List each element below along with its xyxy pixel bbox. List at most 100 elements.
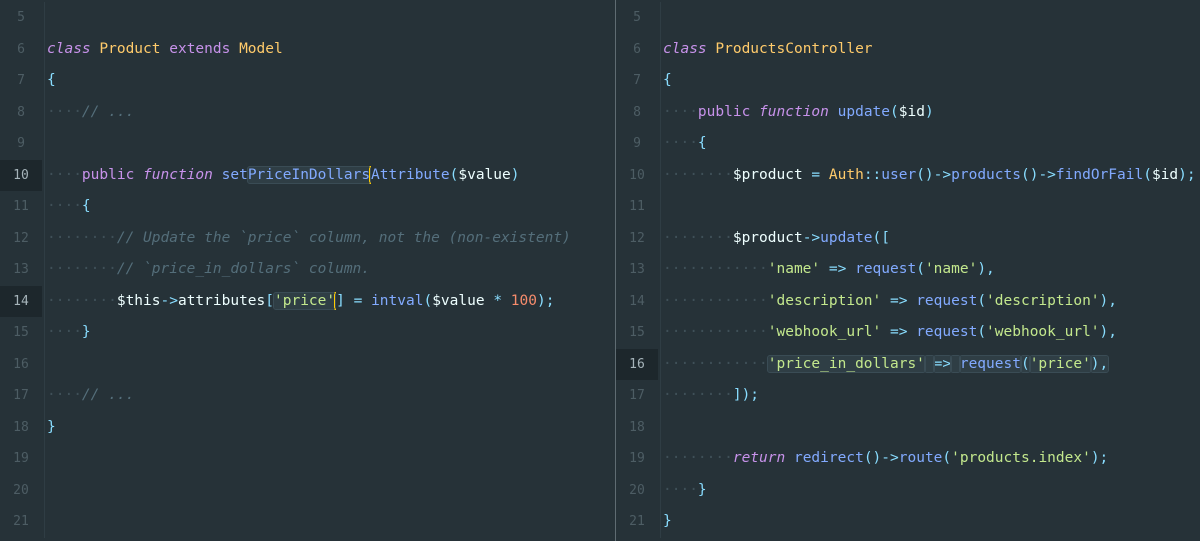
gutter-separator: [660, 33, 661, 65]
code-token: $id: [1151, 166, 1179, 183]
line-number: 10: [629, 167, 645, 183]
line-number: 19: [13, 451, 29, 466]
code-token: // ...: [81, 103, 135, 120]
gutter-separator: [44, 285, 45, 317]
code-line[interactable]: 17 ········]);: [616, 380, 1200, 412]
code-token: ->: [802, 229, 821, 246]
code-token: =>: [828, 261, 847, 277]
code-line[interactable]: 10 ····public function setPriceInDollarsA…: [0, 159, 615, 191]
code-token: redirect: [793, 450, 864, 466]
code-line[interactable]: 9: [0, 128, 615, 160]
gutter-separator: [660, 254, 661, 286]
code-token: class: [663, 40, 707, 57]
code-token: 'name': [767, 261, 821, 277]
line-number: 8: [17, 104, 25, 120]
line-code: ····// ...: [47, 380, 134, 412]
line-number: 13: [629, 262, 645, 277]
code-token: 100: [510, 292, 537, 309]
code-token: request: [855, 261, 917, 277]
code-line[interactable]: 20 ····}: [616, 474, 1200, 506]
line-number: 14: [0, 285, 42, 317]
code-line[interactable]: 15 ····}: [0, 317, 615, 349]
line-code: ············'description' => request('de…: [663, 286, 1117, 318]
indent-guide: ········: [47, 229, 117, 246]
code-line[interactable]: 12 ········$product->update([: [616, 222, 1200, 254]
line-number: 6: [17, 41, 25, 57]
code-token: 'webhook_url': [767, 324, 882, 340]
code-line[interactable]: 15 ············'webhook_url' => request('…: [616, 317, 1200, 349]
code-line[interactable]: 17 ····// ...: [0, 380, 615, 412]
code-line[interactable]: 11: [616, 191, 1200, 223]
gutter-separator: [44, 65, 45, 97]
code-line[interactable]: 16: [0, 348, 615, 380]
code-line[interactable]: 13 ········// `price_in_dollars` column.: [0, 254, 615, 286]
code-token: ),: [977, 261, 995, 277]
code-token: 'price': [1028, 354, 1092, 373]
code-line[interactable]: 9 ····{: [616, 128, 1200, 160]
code-token: function: [143, 166, 213, 183]
code-line[interactable]: 8 ····// ...: [0, 96, 615, 129]
code-line[interactable]: 16 ············'price_in_dollars' => requ…: [616, 348, 1200, 380]
code-lines: 5 6 class ProductsController 7{8 ····public …: [616, 2, 1200, 538]
code-line[interactable]: 14 ············'description' => request('…: [616, 285, 1200, 318]
line-code: class ProductsController: [663, 34, 873, 66]
editor-pane-left[interactable]: 5 6 class Product extends Model 7{ 8 ····// .…: [0, 0, 615, 541]
code-line[interactable]: 21}: [616, 506, 1200, 538]
code-line[interactable]: 11 ····{: [0, 191, 615, 223]
indent-guide: ····: [663, 481, 698, 498]
code-line[interactable]: 8 ····public function update($id): [616, 96, 1200, 128]
code-token: ([: [872, 229, 891, 246]
line-code: ········return redirect()->route('produc…: [663, 443, 1108, 475]
code-line[interactable]: 10 ········$product = Auth::user()->produ…: [616, 159, 1200, 191]
code-line[interactable]: 14 ········$this->attributes['price'] = i…: [0, 285, 615, 317]
code-token: ): [924, 103, 934, 120]
code-line[interactable]: 5: [0, 2, 615, 34]
code-line[interactable]: 21: [0, 506, 615, 538]
code-line[interactable]: 19 ········return redirect()->route('prod…: [616, 443, 1200, 475]
code-token: ->: [933, 166, 952, 183]
code-line[interactable]: 7{: [616, 65, 1200, 97]
code-token: $product: [732, 229, 803, 246]
indent-guide: ····: [663, 103, 698, 120]
gutter-separator: [660, 317, 661, 349]
code-token: 'description': [986, 292, 1100, 309]
editor-pane-right[interactable]: 5 6 class ProductsController 7{8 ····public …: [616, 0, 1200, 541]
code-token: Product: [99, 40, 161, 57]
code-line[interactable]: 6 class Product extends Model: [0, 33, 615, 65]
code-token: ]);: [732, 387, 760, 403]
indent-guide: ········: [663, 166, 733, 183]
code-line[interactable]: 18: [616, 411, 1200, 443]
code-line[interactable]: 12 ········// Update the `price` column, …: [0, 222, 615, 254]
gutter-separator: [660, 159, 661, 191]
indent-guide: ········: [47, 292, 117, 309]
code-line[interactable]: 5: [616, 2, 1200, 34]
code-line[interactable]: 19: [0, 443, 615, 475]
code-line[interactable]: 20: [0, 474, 615, 506]
code-token: (: [423, 292, 433, 309]
code-token: );: [1090, 450, 1109, 466]
code-token: }: [663, 513, 672, 529]
code-token: update: [820, 229, 873, 246]
code-line[interactable]: 18}: [0, 411, 615, 443]
line-number: 8: [633, 104, 641, 120]
code-line[interactable]: 13 ············'name' => request('name'),: [616, 254, 1200, 286]
code-line[interactable]: 7{: [0, 65, 615, 97]
code-token: (): [863, 450, 882, 466]
code-line[interactable]: 6 class ProductsController: [616, 33, 1200, 66]
line-code: ····// ...: [47, 97, 134, 129]
code-token: *: [493, 292, 503, 309]
code-token: (): [916, 166, 934, 183]
gutter-separator: [660, 96, 661, 128]
gutter-separator: [44, 128, 45, 160]
indent-guide: ········: [663, 450, 733, 466]
gutter-separator: [660, 506, 661, 538]
gutter-separator: [44, 96, 45, 128]
line-number: 10: [0, 159, 42, 191]
code-token: {: [663, 72, 672, 88]
